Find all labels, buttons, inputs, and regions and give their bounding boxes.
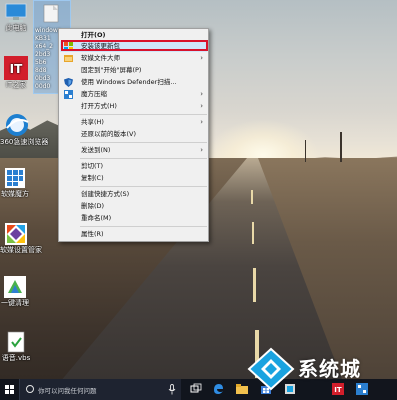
folder-master-icon (64, 55, 73, 62)
menu-item-label: 安装该更新包 (81, 42, 120, 50)
task-view-icon[interactable] (190, 383, 202, 395)
submenu-arrow-icon: › (200, 102, 203, 110)
menu-item-send-to[interactable]: 发送到(N) › (60, 145, 207, 156)
utility-pole (305, 140, 306, 162)
desktop-icon-label: 软媒魔方 (1, 190, 29, 198)
menu-item-label: 打开方式(H) (81, 102, 117, 110)
menu-item-label: 共享(H) (81, 118, 104, 126)
menu-item-label: 重命名(M) (81, 214, 112, 222)
menu-item-label: 属性(R) (81, 230, 104, 238)
menu-item-label: 使用 Windows Defender扫描... (81, 78, 177, 86)
menu-item-label: 剪切(T) (81, 162, 104, 170)
desktop-icon-label: 一键清理 (1, 299, 29, 307)
submenu-arrow-icon: › (200, 54, 203, 62)
cube-icon (5, 168, 25, 188)
defender-icon (64, 78, 73, 87)
menu-item-label: 固定到"开始"屏幕(P) (81, 66, 142, 74)
context-menu: 打开(O) 安装该更新包 软媒文件大师 › 固定到"开始"屏幕(P) 使用 Wi… (58, 28, 209, 242)
menu-item-cube-compress[interactable]: 魔方压缩 › (60, 89, 207, 100)
this-pc-shortcut[interactable]: 此电脑 (0, 2, 32, 33)
svg-text:IT: IT (10, 62, 23, 76)
menu-item-defender-scan[interactable]: 使用 Windows Defender扫描... (60, 77, 207, 88)
menu-item-pin-to-start[interactable]: 固定到"开始"屏幕(P) (60, 65, 207, 76)
menu-item-open[interactable]: 打开(O) (60, 30, 207, 41)
menu-separator (80, 158, 207, 159)
search-box[interactable]: 你可以问我任何问题 (19, 379, 181, 400)
rubik-cube-shortcut[interactable]: 软媒魔方 (0, 166, 30, 199)
menu-item-label: 还原以前的版本(V) (81, 130, 137, 138)
desktop-icon-label: IT之家 (5, 81, 27, 89)
lane-marking (251, 190, 253, 204)
menu-item-file-master[interactable]: 软媒文件大师 › (60, 53, 207, 64)
one-click-clean-shortcut[interactable]: 一键清理 (0, 275, 30, 308)
start-button[interactable] (0, 379, 19, 400)
shield-icon (64, 42, 73, 51)
watermark-text: 系统城 (298, 357, 361, 381)
menu-item-copy[interactable]: 复制(C) (60, 173, 207, 184)
windows-logo-icon (5, 385, 14, 394)
ithome-shortcut[interactable]: IT IT之家 (0, 55, 32, 90)
microphone-icon[interactable] (168, 384, 176, 395)
computer-icon (5, 3, 27, 22)
menu-item-label: 打开(O) (81, 31, 106, 39)
desktop-icon-label: 语音.vbs (1, 354, 31, 362)
submenu-arrow-icon: › (200, 118, 203, 126)
site-watermark: 系统城 (247, 345, 397, 395)
menu-item-label: 复制(C) (81, 174, 104, 182)
menu-separator (80, 226, 207, 227)
menu-item-label: 软媒文件大师 (81, 54, 120, 62)
menu-item-label: 删除(D) (81, 202, 105, 210)
search-placeholder: 你可以问我任何问题 (38, 387, 97, 395)
menu-item-properties[interactable]: 属性(R) (60, 229, 207, 240)
menu-item-open-with[interactable]: 打开方式(H) › (60, 101, 207, 112)
menu-item-install-update[interactable]: 安装该更新包 (60, 41, 207, 52)
settings-manager-shortcut[interactable]: 软媒设置管家 (0, 222, 42, 255)
menu-item-restore-previous[interactable]: 还原以前的版本(V) (60, 129, 207, 140)
browser-shortcut[interactable]: 360急速浏览器 (0, 112, 49, 147)
menu-item-create-shortcut[interactable]: 创建快捷方式(S) (60, 189, 207, 200)
lane-marking (253, 268, 256, 302)
menu-item-label: 发送到(N) (81, 146, 111, 154)
ithome-logo-icon: IT (4, 56, 28, 80)
watermark-logo-icon (247, 347, 295, 391)
submenu-arrow-icon: › (200, 90, 203, 98)
desktop-icon-label: 软媒设置管家 (0, 246, 42, 254)
menu-item-share[interactable]: 共享(H) › (60, 117, 207, 128)
desktop-icon-label: 此电脑 (5, 24, 27, 32)
menu-item-cut[interactable]: 剪切(T) (60, 161, 207, 172)
clean-icon (4, 276, 26, 298)
menu-item-rename[interactable]: 重命名(M) (60, 213, 207, 224)
script-file-icon (7, 331, 25, 353)
menu-item-label: 创建快捷方式(S) (81, 190, 130, 198)
submenu-arrow-icon: › (200, 146, 203, 154)
menu-separator (80, 114, 207, 115)
menu-item-label: 魔方压缩 (81, 90, 107, 98)
menu-separator (80, 186, 207, 187)
cube-icon (64, 90, 73, 99)
desktop-icon-label: 360急速浏览器 (0, 138, 49, 146)
menu-separator (80, 142, 207, 143)
vbs-script-shortcut[interactable]: 语音.vbs (0, 330, 32, 363)
search-icon (26, 385, 34, 393)
lane-marking (252, 222, 254, 244)
settings-manager-icon (5, 223, 27, 245)
browser-icon (6, 114, 29, 136)
utility-pole (340, 132, 342, 162)
edge-icon[interactable] (212, 383, 224, 395)
menu-item-delete[interactable]: 删除(D) (60, 201, 207, 212)
